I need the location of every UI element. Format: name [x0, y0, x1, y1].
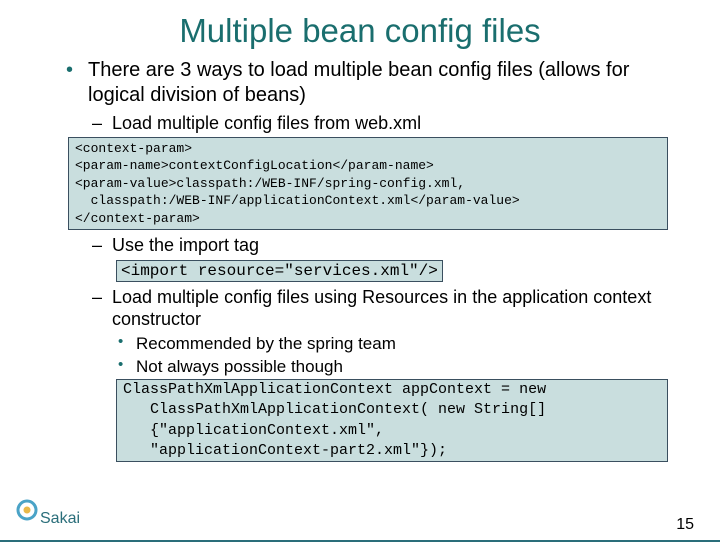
code-block-appcontext: ClassPathXmlApplicationContext appContex…: [116, 379, 668, 462]
slide-title: Multiple bean config files: [0, 12, 720, 50]
page-number: 15: [676, 516, 694, 534]
slide-body: There are 3 ways to load multiple bean c…: [0, 58, 720, 462]
bullet-main: There are 3 ways to load multiple bean c…: [60, 58, 680, 108]
sub-sub-recommended: Recommended by the spring team: [116, 333, 680, 354]
sakai-logo: Sakai: [16, 499, 86, 538]
code-block-context-param: <context-param> <param-name>contextConfi…: [68, 137, 668, 231]
code-inline-import: <import resource="services.xml"/>: [116, 260, 443, 282]
sub-sub-not-always: Not always possible though: [116, 356, 680, 377]
sub-bullet-webxml: Load multiple config files from web.xml: [88, 112, 680, 135]
sub-bullet-resources: Load multiple config files using Resourc…: [88, 286, 680, 331]
sub-bullet-import: Use the import tag: [88, 234, 680, 257]
logo-text: Sakai: [40, 510, 80, 527]
footer-divider: [0, 540, 720, 542]
